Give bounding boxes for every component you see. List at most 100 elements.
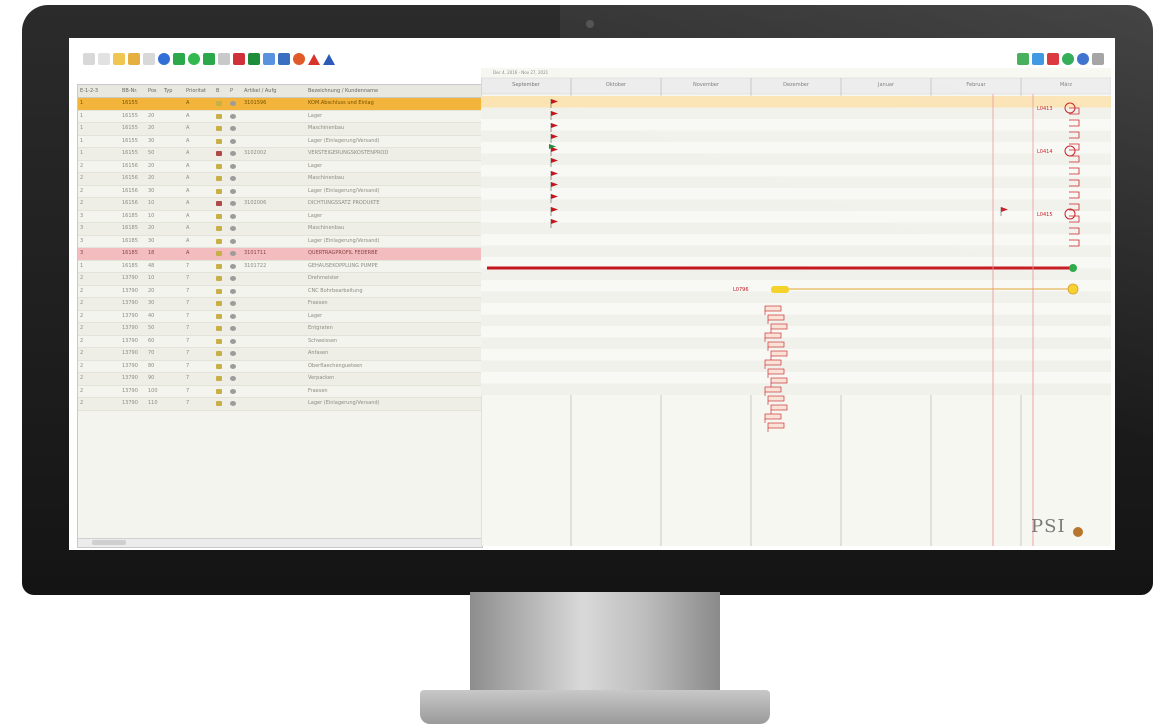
green-flag-icon[interactable] xyxy=(173,53,185,65)
gantt-row xyxy=(481,245,1111,257)
red-bar-icon[interactable] xyxy=(233,53,245,65)
open-icon[interactable] xyxy=(128,53,140,65)
filter-2-icon[interactable] xyxy=(143,53,155,65)
cell-bb: 16155 xyxy=(122,137,138,144)
status-b-icon xyxy=(214,311,228,323)
horizontal-scrollbar[interactable] xyxy=(78,538,482,547)
table-row[interactable]: 2 13790 50 7 Entgraten xyxy=(78,323,482,336)
monitor-stand-base xyxy=(420,690,770,724)
cell-pos: 20 xyxy=(148,125,155,131)
cell-bez: GEHAUSEKOPPLUNG PUMPE xyxy=(308,262,378,269)
cell-art: 3101596 xyxy=(244,100,267,106)
table-row[interactable]: 2 13790 10 7 Drehmeister xyxy=(78,273,482,286)
table-row[interactable]: 3 16185 20 A Maschinenbau xyxy=(78,223,482,236)
column-header[interactable]: E-1-2-3 xyxy=(78,85,120,97)
cell-typ xyxy=(162,248,184,260)
table-row[interactable]: 1 16185 48 7 3101722 GEHAUSEKOPPLUNG PUMPE xyxy=(78,261,482,273)
table-row[interactable]: 2 16156 20 A Maschinenbau xyxy=(78,173,482,186)
cell-prio: A xyxy=(186,137,190,144)
psi-logo-mark xyxy=(1073,527,1083,537)
column-header[interactable]: Artikel / Aufg xyxy=(242,85,306,97)
red-triangle-icon[interactable] xyxy=(308,53,320,65)
green-circle-icon[interactable] xyxy=(188,53,200,65)
column-header[interactable]: B xyxy=(214,85,228,97)
cell-no: 2 xyxy=(80,162,84,169)
blue-triangle-icon[interactable] xyxy=(323,53,335,65)
table-row[interactable]: 2 16156 30 A Lager (Einlagerung/Versand) xyxy=(78,186,482,198)
table-row[interactable]: 3 16185 18 A 3101711 QUERTRAGPROFIL FEDERBE xyxy=(78,248,482,261)
grid-icon[interactable] xyxy=(218,53,230,65)
status-b-icon xyxy=(214,373,228,385)
cell-bez: Maschinenbau xyxy=(308,225,345,231)
subtask-bar xyxy=(770,404,788,411)
milestone-bar xyxy=(771,286,789,293)
column-header[interactable]: Pos xyxy=(146,85,162,97)
cell-pos: 50 xyxy=(148,325,155,331)
table-row[interactable]: 2 13790 20 7 CNC Bohrbearbeitung xyxy=(78,286,482,298)
column-header[interactable]: Typ xyxy=(162,85,184,97)
cell-prio: 7 xyxy=(186,337,190,344)
column-header[interactable]: P xyxy=(228,85,242,97)
cell-typ xyxy=(162,198,184,210)
status-p-icon xyxy=(228,111,242,123)
gantt-canvas[interactable]: September Oktober November Dezember Januar Fe… xyxy=(481,68,1111,546)
folder-icon[interactable] xyxy=(113,53,125,65)
warning-circle-icon[interactable] xyxy=(293,53,305,65)
table-row[interactable]: 1 16155 20 A Lager xyxy=(78,111,482,123)
cell-no: 1 xyxy=(80,137,84,144)
table-row[interactable]: 1 16155 50 A 3102002 VERSTEIGERUNGSKOSTENPROD xyxy=(78,148,482,161)
table-row[interactable]: 2 13790 40 7 Lager xyxy=(78,311,482,323)
info-menu-icon[interactable] xyxy=(1092,53,1104,65)
cell-bb: 16185 xyxy=(122,237,138,244)
scrollbar-thumb[interactable] xyxy=(92,540,126,545)
column-header[interactable]: Prioritat xyxy=(184,85,214,97)
table-row[interactable]: 2 13790 30 7 Fraesen xyxy=(78,298,482,311)
gantt-row xyxy=(481,383,1111,395)
gantt-row xyxy=(481,222,1111,234)
status-p-icon xyxy=(228,236,242,248)
info-icon[interactable] xyxy=(263,53,275,65)
cell-bez: Lager xyxy=(308,212,323,219)
globe-icon[interactable] xyxy=(1077,53,1089,65)
settings-icon[interactable] xyxy=(1062,53,1074,65)
cell-no: 2 xyxy=(80,187,84,194)
blue-circle-icon[interactable] xyxy=(158,53,170,65)
green-bar-icon[interactable] xyxy=(203,53,215,65)
gantt-row xyxy=(481,349,1111,361)
cell-no: 1 xyxy=(80,150,84,156)
table-row[interactable]: 1 16155 20 A Maschinenbau xyxy=(78,123,482,136)
green-flag-icon[interactable] xyxy=(1017,53,1029,65)
subtask-bar xyxy=(767,422,785,429)
cell-pos: 70 xyxy=(148,350,155,356)
table-row[interactable]: 2 13790 90 7 Verpacken xyxy=(78,373,482,386)
table-row[interactable]: 3 16185 10 A Lager xyxy=(78,211,482,223)
table-row[interactable]: 2 16156 10 A 3102006 DICHTUNGSSATZ PRODUKTE xyxy=(78,198,482,211)
table-row[interactable]: 2 13790 100 7 Fraesen xyxy=(78,386,482,398)
status-b-icon xyxy=(214,286,228,298)
cell-pos: 10 xyxy=(148,275,155,281)
table-row[interactable]: 3 16185 30 A Lager (Einlagerung/Versand) xyxy=(78,236,482,248)
cell-prio: 7 xyxy=(186,325,190,331)
table-row[interactable]: 2 13790 110 7 Lager (Einlagerung/Versand) xyxy=(78,398,482,411)
table-row[interactable]: 2 16156 20 A Lager xyxy=(78,161,482,173)
table-row[interactable]: 2 13790 80 7 Oberflaechengueteen xyxy=(78,361,482,373)
blue-flag-icon[interactable] xyxy=(1032,53,1044,65)
status-p-icon xyxy=(228,136,242,148)
sort-icon[interactable] xyxy=(98,53,110,65)
cell-bez: VERSTEIGERUNGSKOSTENPROD xyxy=(308,150,389,156)
column-header[interactable]: Bezeichnung / Kundenname xyxy=(306,85,426,97)
dark-green-bar-icon[interactable] xyxy=(248,53,260,65)
cell-typ xyxy=(162,98,184,110)
red-flag-icon[interactable] xyxy=(1047,53,1059,65)
table-row[interactable]: 1 16155 A 3101596 KOM.Abschluss und Einlag xyxy=(78,98,482,111)
blue-bar-icon[interactable] xyxy=(278,53,290,65)
table-row[interactable]: 2 13790 70 7 Anfasen xyxy=(78,348,482,361)
table-row[interactable]: 2 13790 60 7 Schweissen xyxy=(78,336,482,348)
table-row[interactable]: 1 16155 30 A Lager (Einlagerung/Versand) xyxy=(78,136,482,148)
gantt-row xyxy=(481,130,1111,142)
filter-icon[interactable] xyxy=(83,53,95,65)
status-b-icon xyxy=(214,236,228,248)
column-header[interactable]: BB-Nr. xyxy=(120,85,146,97)
cell-pos: 20 xyxy=(148,175,155,181)
cell-art xyxy=(242,111,306,123)
